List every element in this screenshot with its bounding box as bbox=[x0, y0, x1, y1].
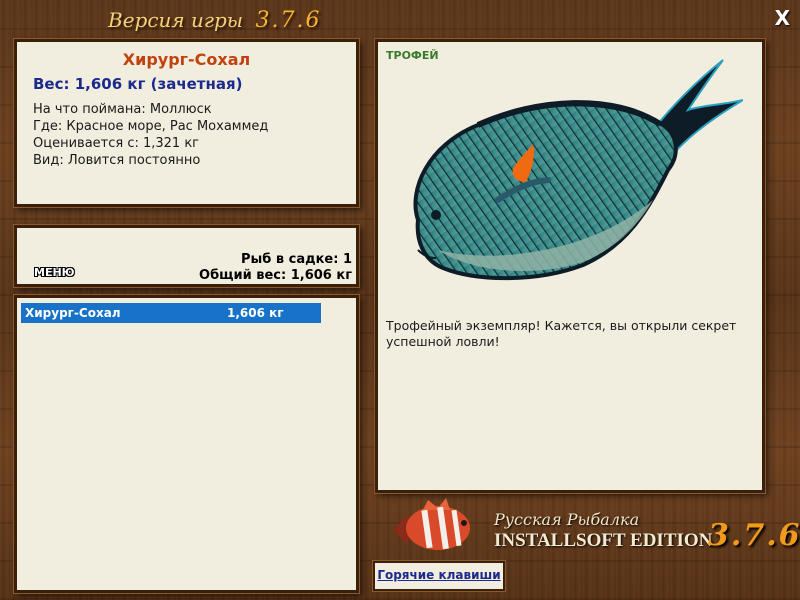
close-button[interactable]: X bbox=[775, 6, 790, 30]
fish-type: Вид: Ловится постоянно bbox=[33, 153, 201, 168]
fish-info-panel: Хирург-Сохал Вес: 1,606 кг (зачетная) На… bbox=[14, 39, 359, 207]
menu-button[interactable]: МЕНЮ bbox=[34, 266, 75, 279]
trophy-description: Трофейный экземпляр! Кажется, вы открыли… bbox=[386, 318, 737, 349]
rated-from: Оценивается с: 1,321 кг bbox=[33, 136, 200, 151]
fish-name: Хирург-Сохал bbox=[122, 50, 251, 69]
hotkeys-link[interactable]: Горячие клавиши bbox=[373, 561, 505, 591]
fish-weight: Вес: 1,606 кг (зачетная) bbox=[33, 75, 243, 93]
total-weight: Общий вес: 1,606 кг bbox=[199, 268, 352, 283]
list-item[interactable]: Хирург-Сохал 1,606 кг bbox=[21, 303, 321, 323]
game-logo-fish-icon bbox=[393, 498, 470, 550]
fish-count: Рыб в садке: 1 bbox=[240, 252, 352, 267]
sohal-surgeonfish-image bbox=[413, 59, 743, 281]
catch-location: Где: Красное море, Рас Мохаммед bbox=[33, 119, 269, 134]
brand-edition: INSTALLSOFT EDITION bbox=[494, 530, 713, 551]
game-version-title: Версия игры 3.7.6 bbox=[108, 8, 321, 33]
caught-on: На что поймана: Моллюск bbox=[33, 102, 212, 117]
list-item-name: Хирург-Сохал bbox=[25, 306, 121, 320]
title-text: Версия игры bbox=[108, 8, 244, 32]
brand-version: 3.7.6 bbox=[708, 518, 800, 553]
catch-list-panel: Хирург-Сохал 1,606 кг bbox=[14, 295, 359, 593]
brand-title: Русская Рыбалка bbox=[494, 510, 640, 529]
trophy-panel: ТРОФЕЙ Трофейный экземпляр! Кажется, вы … bbox=[375, 39, 765, 493]
title-version: 3.7.6 bbox=[255, 8, 322, 33]
list-item-weight: 1,606 кг bbox=[227, 306, 284, 320]
